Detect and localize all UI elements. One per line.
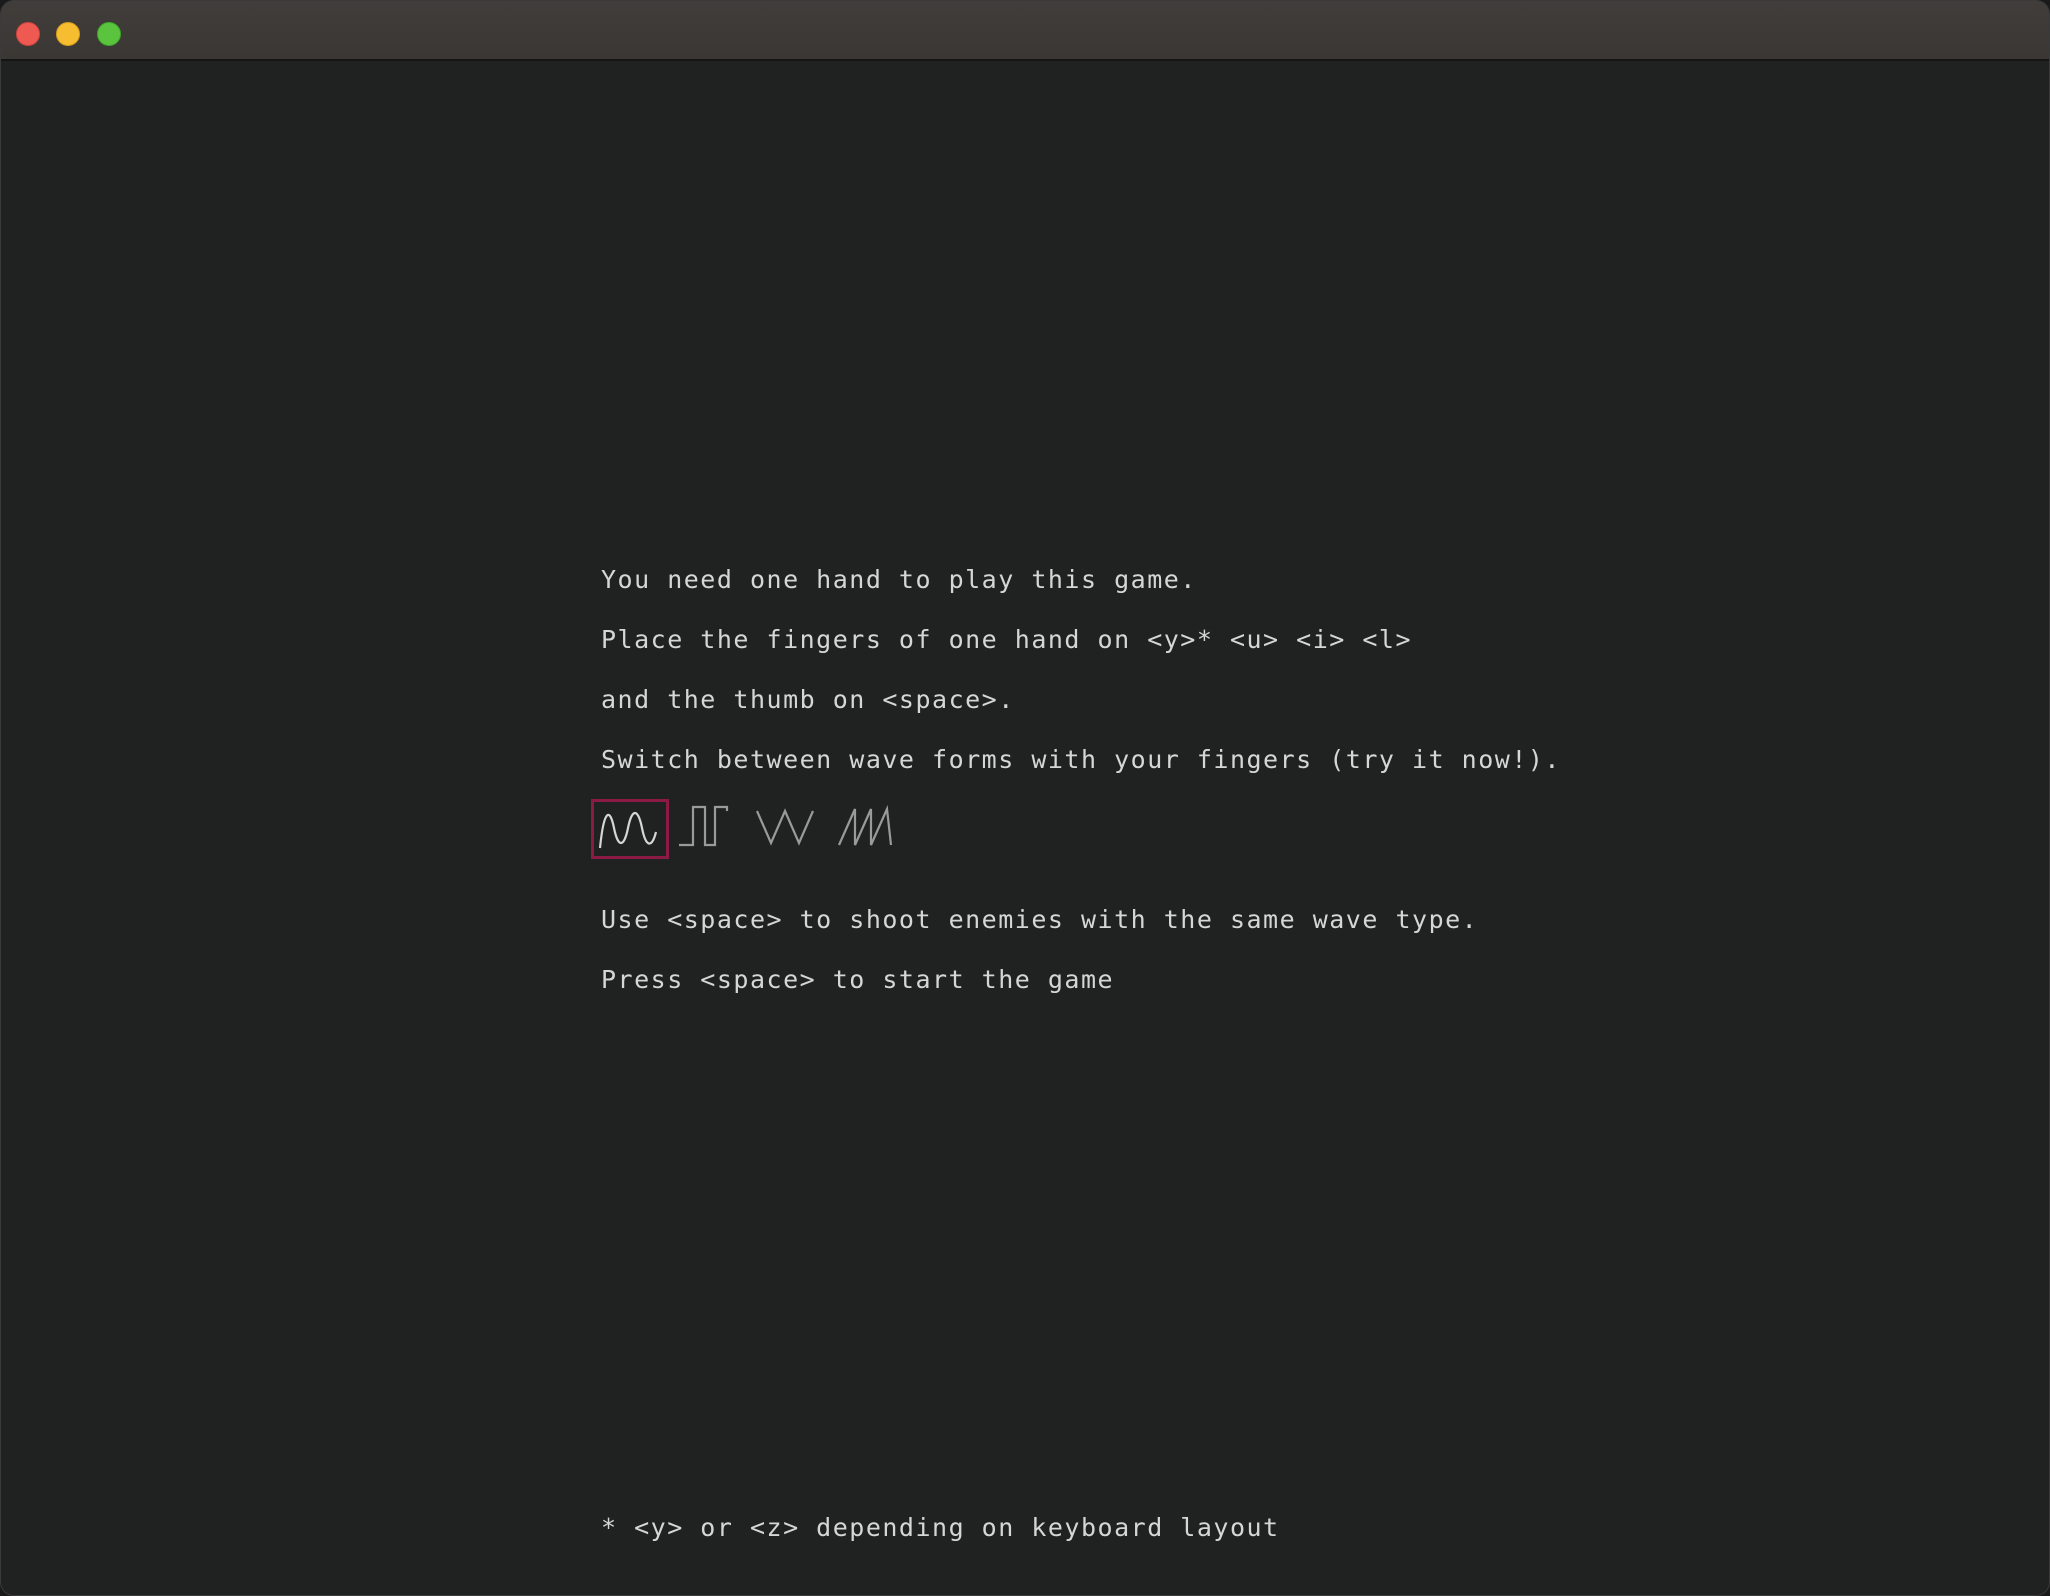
- title-bar[interactable]: [1, 1, 2049, 61]
- game-canvas[interactable]: You need one hand to play this game. Pla…: [1, 61, 2049, 1595]
- square-wave-icon: [679, 805, 729, 847]
- instruction-line-3: and the thumb on <space>.: [601, 685, 1015, 714]
- waveform-option-square[interactable]: [673, 799, 751, 859]
- waveform-option-sawtooth[interactable]: [831, 799, 909, 859]
- maximize-button[interactable]: [97, 22, 121, 46]
- start-prompt: Press <space> to start the game: [601, 965, 1115, 994]
- waveform-option-sine[interactable]: [591, 799, 669, 859]
- footnote: * <y> or <z> depending on keyboard layou…: [601, 1513, 1280, 1542]
- close-button[interactable]: [16, 22, 40, 46]
- instruction-line-4: Switch between wave forms with your fing…: [601, 745, 1561, 774]
- sawtooth-wave-icon: [837, 804, 893, 846]
- instruction-line-1: You need one hand to play this game.: [601, 565, 1197, 594]
- instruction-line-2: Place the fingers of one hand on <y>* <u…: [601, 625, 1413, 654]
- waveform-selector: [591, 799, 911, 861]
- game-window: You need one hand to play this game. Pla…: [0, 0, 2050, 1596]
- waveform-option-triangle[interactable]: [751, 799, 829, 859]
- triangle-wave-icon: [755, 808, 815, 846]
- sine-wave-icon: [598, 811, 658, 849]
- minimize-button[interactable]: [56, 22, 80, 46]
- instruction-line-5: Use <space> to shoot enemies with the sa…: [601, 905, 1479, 934]
